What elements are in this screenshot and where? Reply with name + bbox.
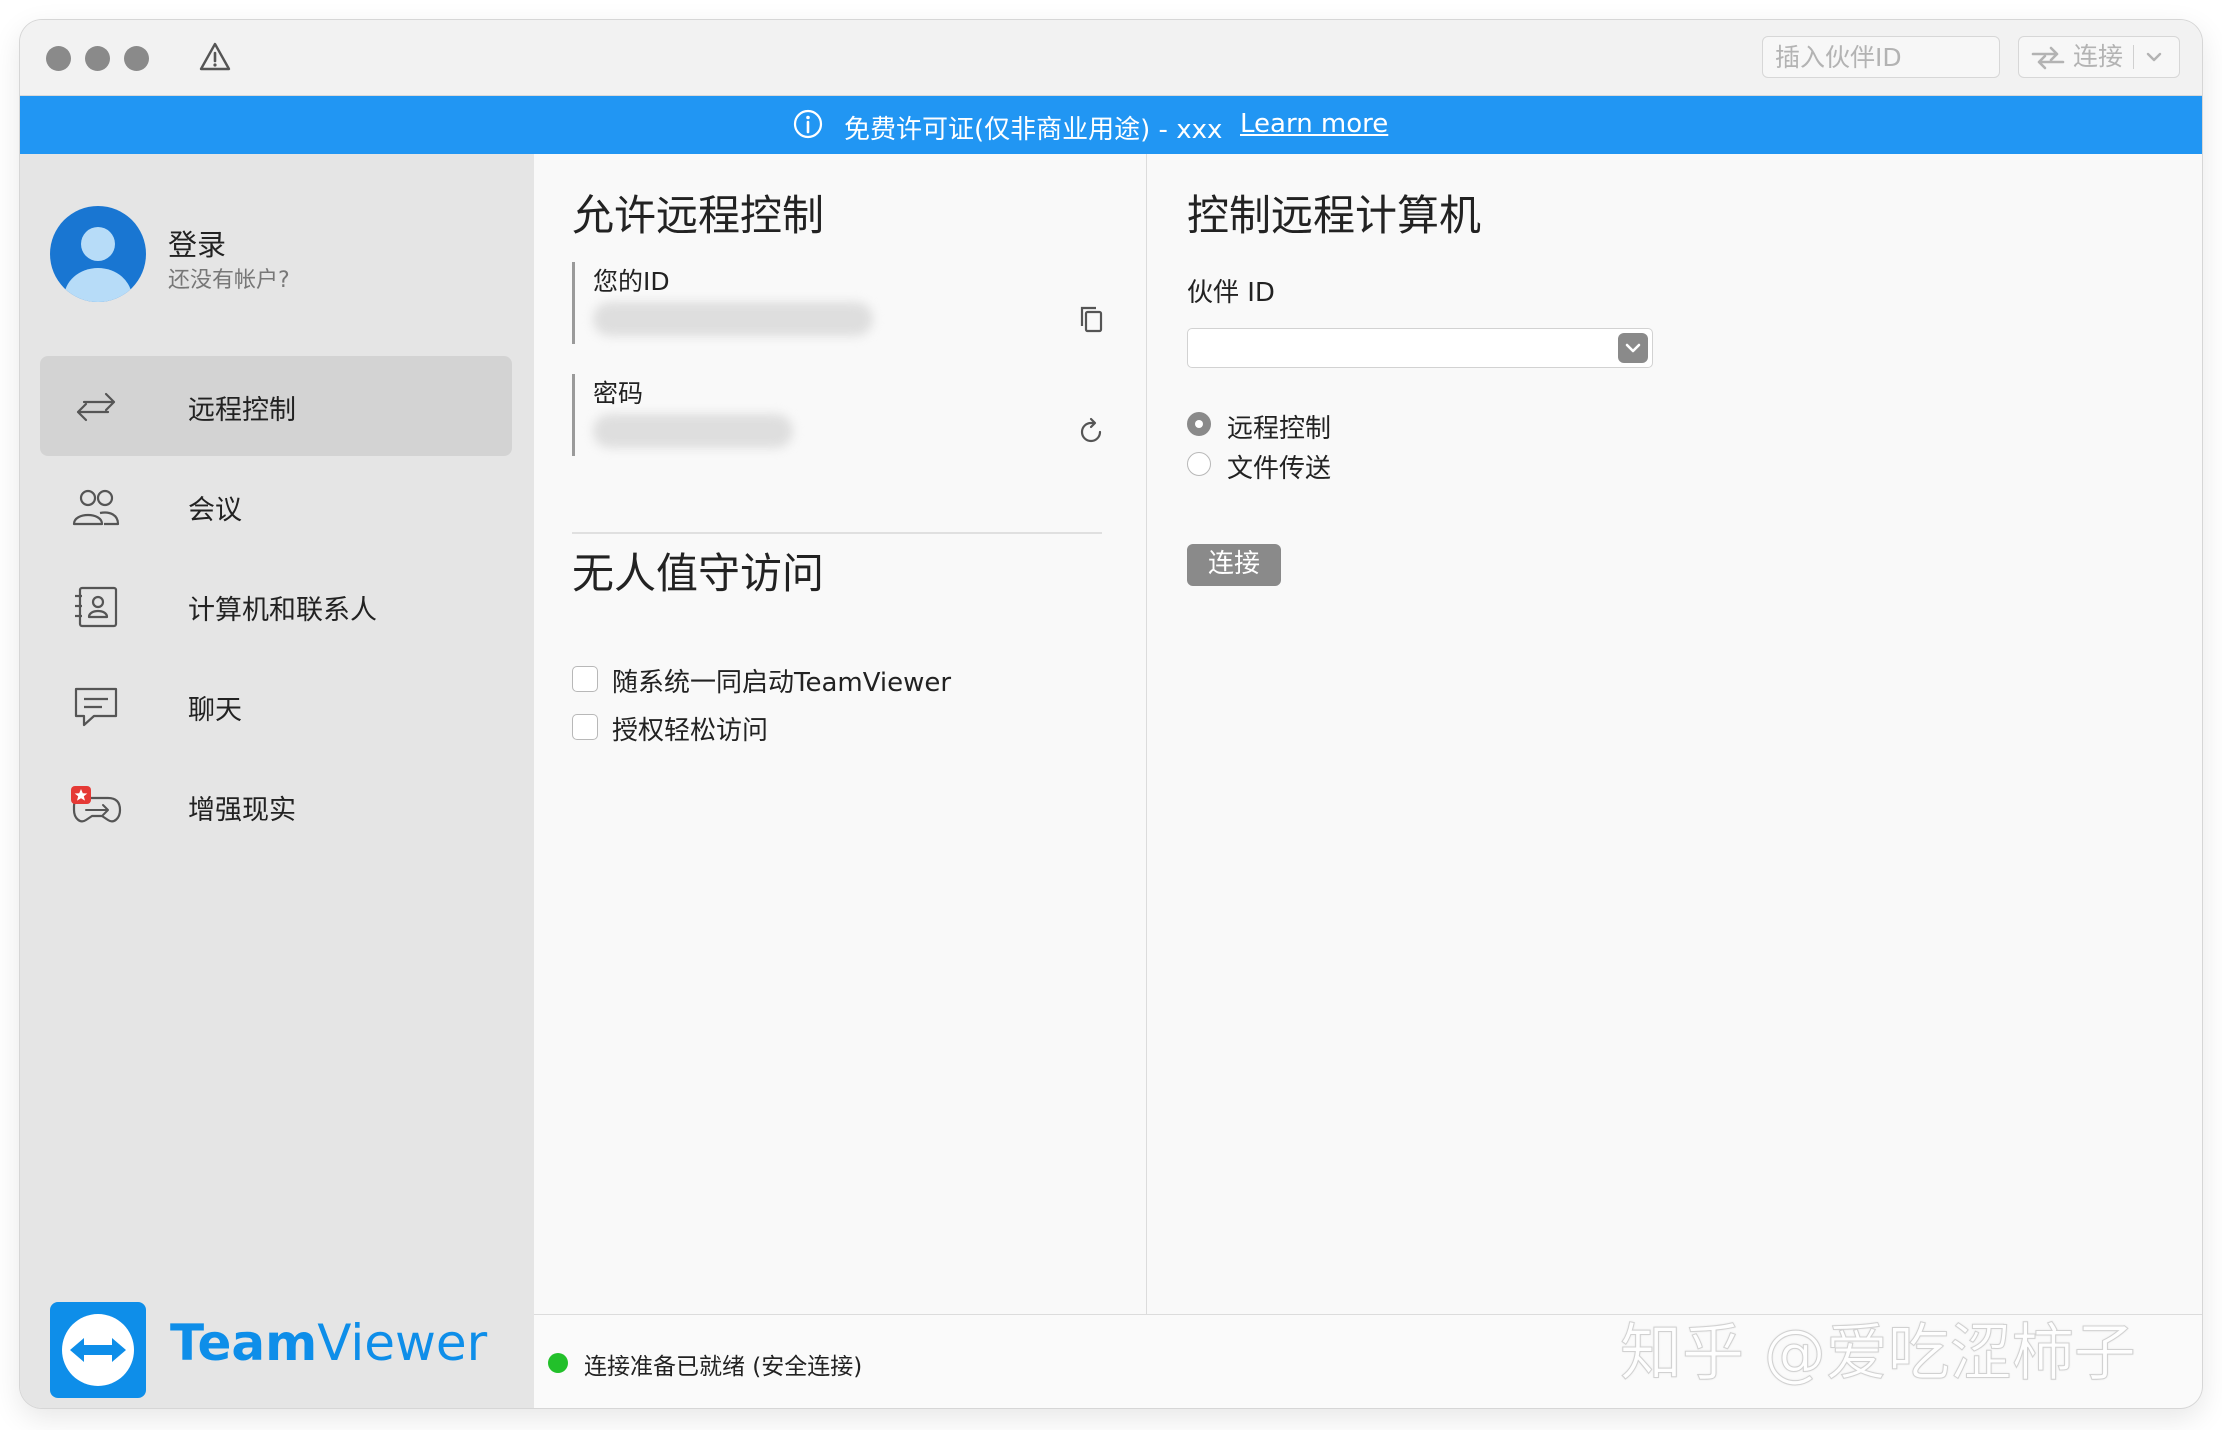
teamviewer-logo-text: TeamViewer (170, 1314, 488, 1372)
radio-label: 文件传送 (1227, 454, 1332, 484)
teamviewer-logo-icon (50, 1302, 146, 1398)
sidebar-item-label: 会议 (188, 495, 242, 526)
info-icon (793, 109, 823, 139)
zoom-window-button[interactable] (124, 46, 149, 71)
status-indicator (548, 1353, 568, 1373)
your-id-value-blurred (593, 302, 873, 336)
checkbox-label: 授权轻松访问 (612, 716, 769, 746)
password-label: 密码 (593, 379, 644, 408)
sidebar: 登录 还没有帐户? 远程控制 会议 计算机和联系人 聊天 增强现实 TeamVi… (20, 154, 534, 1408)
partner-id-combobox[interactable] (1187, 328, 1653, 368)
unattended-access-title: 无人值守访问 (572, 549, 825, 598)
sidebar-item-remote-control[interactable]: 远程控制 (40, 356, 512, 456)
sidebar-item-meeting[interactable]: 会议 (40, 456, 512, 556)
your-id-label: 您的ID (593, 267, 670, 296)
checkbox-label: 随系统一同启动TeamViewer (612, 668, 952, 698)
mode-file-transfer-radio[interactable] (1187, 452, 1211, 476)
dropdown-button[interactable] (1618, 333, 1648, 363)
close-window-button[interactable] (46, 46, 71, 71)
watermark: 知乎 @爱吃涩柿子 (1620, 1316, 2137, 1390)
chevron-down-icon[interactable] (2145, 50, 2163, 64)
start-with-system-checkbox[interactable] (572, 666, 598, 692)
button-separator (2133, 45, 2134, 69)
license-text: 免费许可证(仅非商业用途) - xxx (844, 115, 1223, 145)
sidebar-item-augmented-reality[interactable]: 增强现实 (40, 756, 512, 856)
sidebar-item-contacts[interactable]: 计算机和联系人 (40, 556, 512, 656)
password-value-blurred (593, 414, 793, 448)
sidebar-item-label: 计算机和联系人 (188, 595, 377, 626)
sidebar-item-label: 增强现实 (188, 795, 296, 826)
login-link[interactable]: 登录 (168, 222, 226, 264)
refresh-icon[interactable] (1077, 416, 1105, 446)
partner-id-label: 伙伴 ID (1187, 278, 1275, 308)
mode-remote-control-radio[interactable] (1187, 412, 1211, 436)
section-divider (572, 532, 1102, 534)
your-id-field: 您的ID (572, 262, 1115, 344)
sidebar-item-label: 聊天 (188, 695, 242, 726)
status-text: 连接准备已就绪 (安全连接) (584, 1354, 863, 1380)
arrows-icon (2031, 46, 2065, 70)
meeting-icon (72, 489, 120, 526)
license-banner: 免费许可证(仅非商业用途) - xxx Learn more (20, 96, 2202, 154)
copy-icon[interactable] (1077, 304, 1105, 334)
ar-icon (71, 786, 122, 823)
contacts-icon (75, 586, 118, 628)
quick-connect-button[interactable]: 连接 (2018, 36, 2180, 78)
warning-icon[interactable] (198, 40, 232, 74)
control-remote-title: 控制远程计算机 (1187, 191, 1482, 240)
partner-id-quick-input[interactable]: 插入伙伴ID (1762, 36, 2000, 78)
connect-button[interactable]: 连接 (1187, 544, 1281, 586)
learn-more-link[interactable]: Learn more (1240, 109, 1388, 139)
avatar-icon[interactable] (50, 206, 146, 302)
sidebar-item-chat[interactable]: 聊天 (40, 656, 512, 756)
radio-label: 远程控制 (1227, 414, 1332, 444)
allow-remote-title: 允许远程控制 (572, 191, 825, 240)
chevron-down-icon (1625, 343, 1641, 353)
control-remote-panel: 控制远程计算机 伙伴 ID 远程控制 文件传送 连接 (1147, 154, 2202, 1314)
password-field: 密码 (572, 374, 1115, 456)
chat-icon (74, 687, 118, 727)
signup-link[interactable]: 还没有帐户? (168, 262, 290, 294)
minimize-window-button[interactable] (85, 46, 110, 71)
allow-remote-panel: 允许远程控制 您的ID 密码 无人值守访问 随系统一同启动TeamViewer (534, 154, 1147, 1314)
sidebar-item-label: 远程控制 (188, 395, 296, 426)
quick-connect-label: 连接 (2073, 42, 2124, 71)
easy-access-checkbox[interactable] (572, 714, 598, 740)
teamviewer-window: 插入伙伴ID 连接 免费许可证(仅非商业用途) - xxx Learn more (20, 20, 2202, 1408)
arrows-icon (76, 392, 116, 422)
title-bar: 插入伙伴ID 连接 (20, 20, 2202, 96)
